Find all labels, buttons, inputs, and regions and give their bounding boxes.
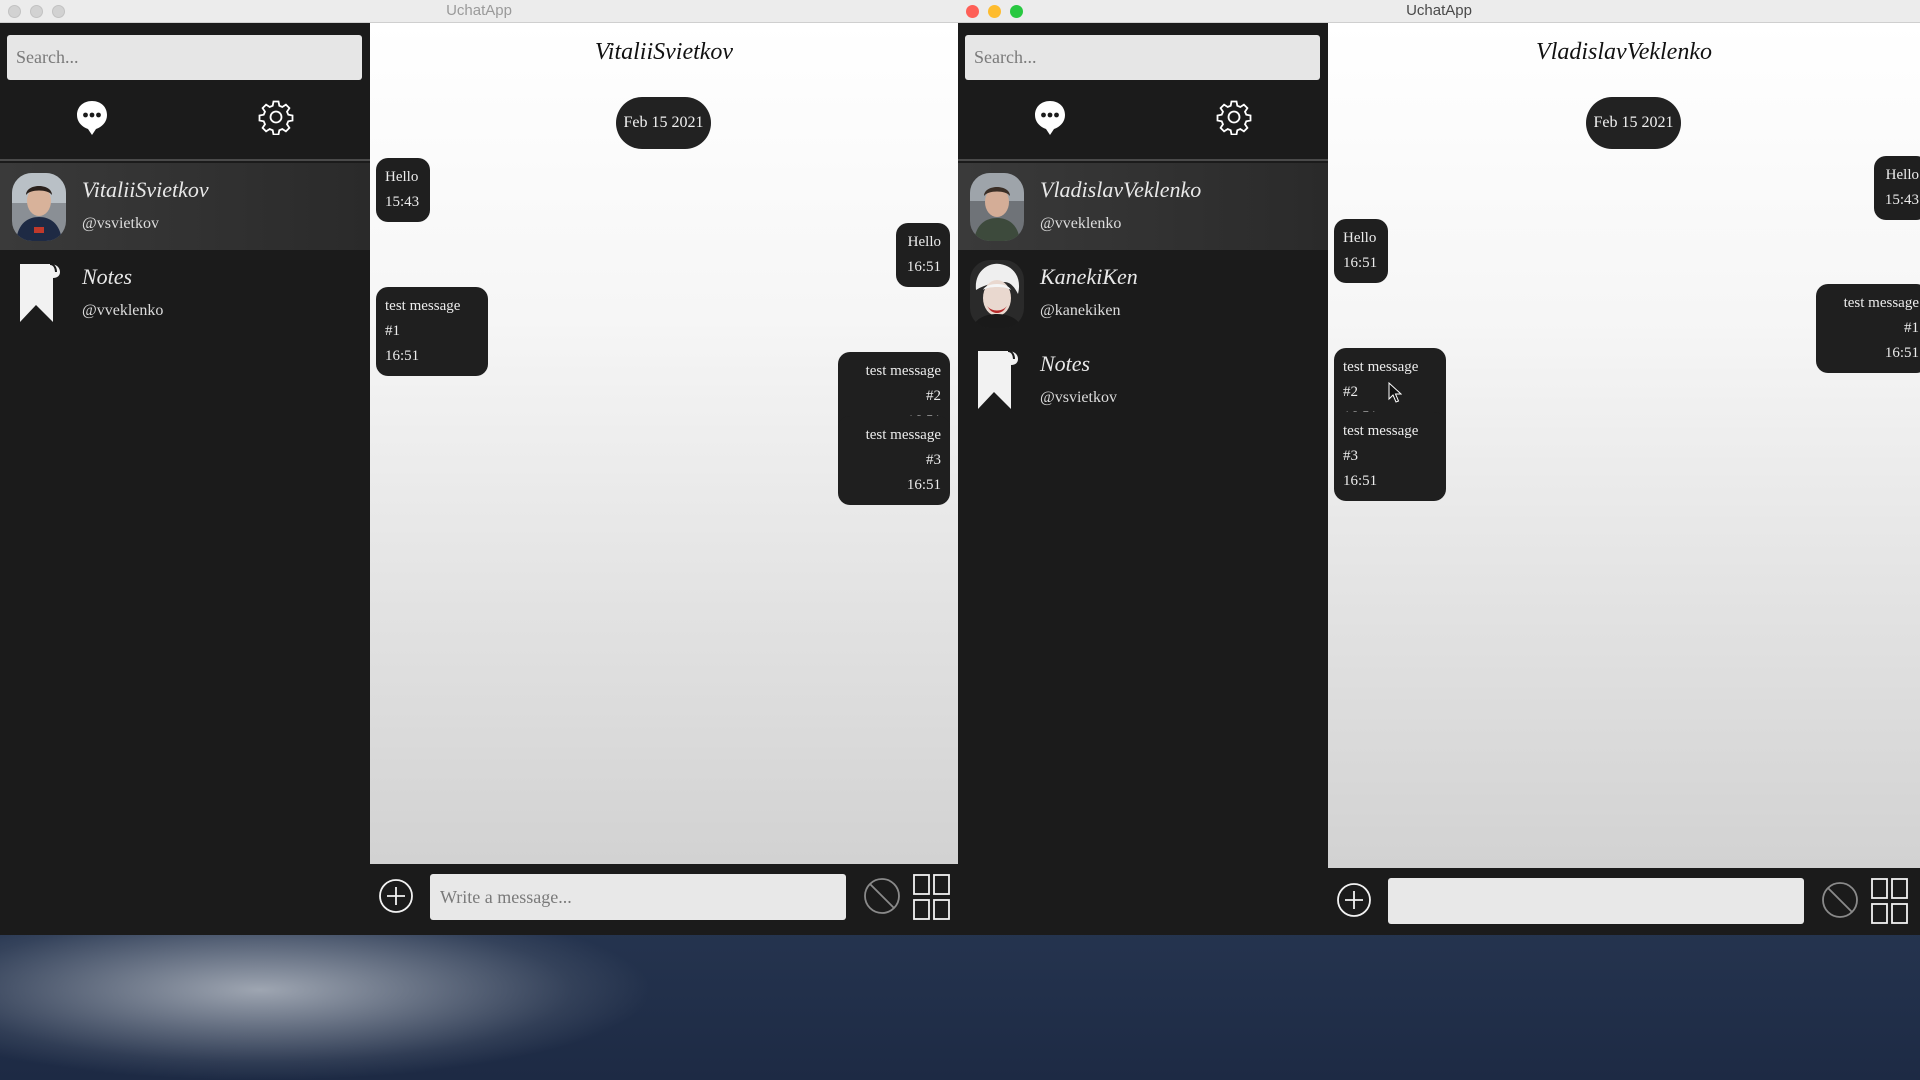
message-input[interactable] xyxy=(1388,878,1804,924)
attach-plus-icon[interactable] xyxy=(1336,882,1372,918)
grid-menu-icon[interactable] xyxy=(1871,878,1909,924)
message-time: 16:51 xyxy=(1884,345,1919,361)
contact-item-vladislavveklenko[interactable]: VladislavVeklenko @vveklenko xyxy=(958,163,1328,250)
sidebar-divider xyxy=(0,159,370,161)
message-text: test message #1 xyxy=(1843,295,1919,336)
search-input[interactable] xyxy=(7,35,362,80)
chats-icon[interactable] xyxy=(1033,98,1067,138)
message-list[interactable]: VladislavVeklenko Feb 15 2021 Hello 15:4… xyxy=(1328,23,1920,868)
message-bubble[interactable]: test message #3 16:51 xyxy=(1334,412,1446,501)
window-titlebar[interactable]: UchatApp xyxy=(958,0,1920,23)
contact-name: VladislavVeklenko xyxy=(1040,177,1202,202)
settings-gear-icon[interactable] xyxy=(258,99,294,135)
date-separator: Feb 15 2021 xyxy=(1586,97,1681,149)
window-title: UchatApp xyxy=(1406,2,1472,19)
chat-title: VitaliiSvietkov xyxy=(594,39,734,65)
search-input[interactable] xyxy=(965,35,1320,80)
message-bubble[interactable]: Hello 16:51 xyxy=(1334,219,1388,283)
message-bubble[interactable]: test message #3 16:51 xyxy=(838,416,950,505)
message-bubble[interactable]: test message #1 16:51 xyxy=(376,287,488,376)
bookmark-icon xyxy=(978,350,1018,409)
contact-name: Notes xyxy=(82,264,133,289)
contact-handle: @vveklenko xyxy=(1040,215,1122,232)
person-avatar-3 xyxy=(970,260,1024,328)
message-text: test message #2 xyxy=(865,363,941,404)
sidebar-divider xyxy=(958,159,1328,161)
message-text: Hello xyxy=(1343,230,1377,246)
zoom-window-button[interactable] xyxy=(1010,5,1023,18)
sidebar: VladislavVeklenko @vveklenko KanekiKen @… xyxy=(958,23,1328,935)
window-title: UchatApp xyxy=(446,2,512,19)
message-time: 16:51 xyxy=(906,477,941,493)
message-time: 16:51 xyxy=(1343,255,1378,271)
contact-handle: @vsvietkov xyxy=(82,215,159,232)
message-time: 15:43 xyxy=(1884,192,1919,208)
grid-menu-icon[interactable] xyxy=(913,874,951,920)
message-text: test message #3 xyxy=(1343,423,1419,464)
settings-gear-icon[interactable] xyxy=(1216,99,1252,135)
message-bubble[interactable]: Hello 16:51 xyxy=(896,223,950,287)
attach-plus-icon[interactable] xyxy=(378,878,414,914)
contact-item-kanekiken[interactable]: KanekiKen @kanekiken xyxy=(958,250,1328,337)
message-bubble[interactable]: Hello 15:43 xyxy=(1874,156,1920,220)
window-controls xyxy=(8,5,65,18)
contact-handle: @vsvietkov xyxy=(1040,389,1117,406)
message-bubble[interactable]: Hello 15:43 xyxy=(376,158,430,222)
message-text: Hello xyxy=(385,169,419,185)
contact-name: Notes xyxy=(1040,351,1091,376)
message-text: Hello xyxy=(907,234,941,250)
message-list[interactable]: VitaliiSvietkov Feb 15 2021 Hello 15:43 … xyxy=(370,23,958,864)
message-text: test message #1 xyxy=(385,298,461,339)
left-app-window: UchatApp Search... VitaliiSvietkov @vsvi… xyxy=(0,0,958,935)
contact-handle: @kanekiken xyxy=(1040,302,1121,319)
message-composer xyxy=(370,864,958,935)
window-titlebar[interactable]: UchatApp xyxy=(0,0,958,23)
chat-title: VladislavVeklenko xyxy=(1536,39,1712,65)
contact-handle: @vveklenko xyxy=(82,302,164,319)
bookmark-icon xyxy=(20,263,60,322)
contact-name: KanekiKen xyxy=(1040,264,1138,289)
message-time: 16:51 xyxy=(385,348,420,364)
zoom-window-button[interactable] xyxy=(52,5,65,18)
sidebar: VitaliiSvietkov @vsvietkov Notes @vvekle… xyxy=(0,23,370,935)
right-app-window: UchatApp Vladisl xyxy=(958,0,1920,935)
contact-name: VitaliiSvietkov xyxy=(82,177,209,202)
close-window-button[interactable] xyxy=(8,5,21,18)
date-separator: Feb 15 2021 xyxy=(616,97,711,149)
message-input[interactable] xyxy=(430,874,846,920)
message-time: 15:43 xyxy=(385,194,420,210)
message-bubble[interactable]: test message #1 16:51 xyxy=(1816,284,1920,373)
message-text: test message #3 xyxy=(865,427,941,468)
message-composer xyxy=(1328,868,1920,935)
contact-item-vitaliisvietkov[interactable]: VitaliiSvietkov @vsvietkov xyxy=(0,163,370,250)
sidebar-nav xyxy=(958,98,1328,158)
message-time: 16:51 xyxy=(906,259,941,275)
close-window-button[interactable] xyxy=(966,5,979,18)
message-time: 16:51 xyxy=(1343,473,1378,489)
contact-item-notes[interactable]: Notes @vsvietkov xyxy=(958,337,1328,424)
minimize-window-button[interactable] xyxy=(30,5,43,18)
window-controls xyxy=(966,5,1023,18)
chat-panel: VladislavVeklenko Feb 15 2021 Hello 15:4… xyxy=(1328,23,1920,935)
person-avatar-1 xyxy=(12,173,66,241)
desktop-wallpaper xyxy=(0,930,1920,1080)
sidebar-nav xyxy=(0,98,370,158)
person-avatar-2 xyxy=(970,173,1024,241)
block-icon[interactable] xyxy=(1820,880,1860,920)
minimize-window-button[interactable] xyxy=(988,5,1001,18)
mouse-pointer-icon xyxy=(1388,382,1402,403)
chats-icon[interactable] xyxy=(75,98,109,138)
block-icon[interactable] xyxy=(862,876,902,916)
message-text: Hello xyxy=(1885,167,1919,183)
contact-item-notes[interactable]: Notes @vveklenko xyxy=(0,250,370,337)
chat-panel: VitaliiSvietkov Feb 15 2021 Hello 15:43 … xyxy=(370,23,958,935)
